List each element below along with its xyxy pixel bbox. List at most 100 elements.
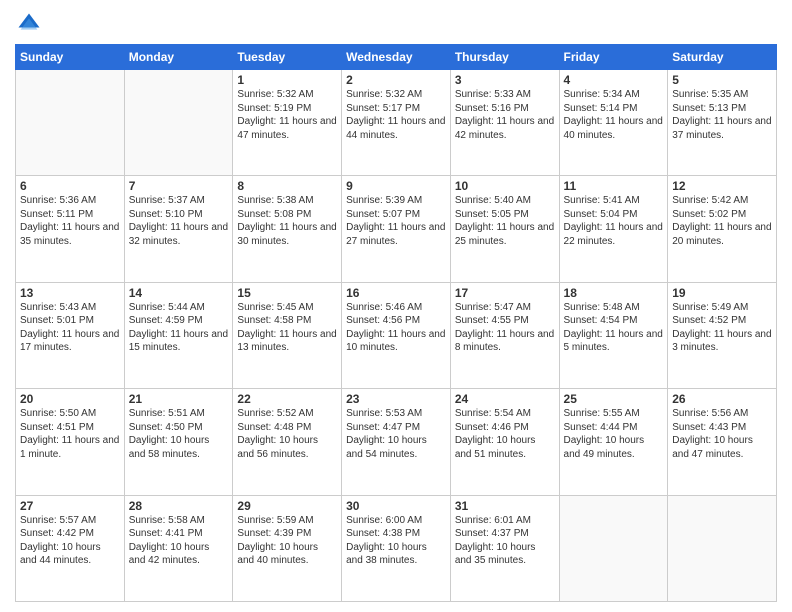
day-number: 26 <box>672 392 772 406</box>
calendar-cell: 4Sunrise: 5:34 AMSunset: 5:14 PMDaylight… <box>559 70 668 176</box>
weekday-header-thursday: Thursday <box>450 45 559 70</box>
day-info: Sunrise: 5:53 AMSunset: 4:47 PMDaylight:… <box>346 407 446 461</box>
day-number: 25 <box>564 392 664 406</box>
calendar-cell: 17Sunrise: 5:47 AMSunset: 4:55 PMDayligh… <box>450 282 559 388</box>
day-number: 18 <box>564 286 664 300</box>
day-number: 2 <box>346 73 446 87</box>
week-row-3: 13Sunrise: 5:43 AMSunset: 5:01 PMDayligh… <box>16 282 777 388</box>
day-info: Sunrise: 6:01 AMSunset: 4:37 PMDaylight:… <box>455 514 555 568</box>
day-number: 20 <box>20 392 120 406</box>
calendar-cell: 10Sunrise: 5:40 AMSunset: 5:05 PMDayligh… <box>450 176 559 282</box>
calendar-cell: 22Sunrise: 5:52 AMSunset: 4:48 PMDayligh… <box>233 389 342 495</box>
calendar-cell: 28Sunrise: 5:58 AMSunset: 4:41 PMDayligh… <box>124 495 233 601</box>
calendar-cell <box>124 70 233 176</box>
calendar-cell: 24Sunrise: 5:54 AMSunset: 4:46 PMDayligh… <box>450 389 559 495</box>
calendar-cell: 7Sunrise: 5:37 AMSunset: 5:10 PMDaylight… <box>124 176 233 282</box>
day-number: 6 <box>20 179 120 193</box>
day-info: Sunrise: 5:45 AMSunset: 4:58 PMDaylight:… <box>237 301 337 355</box>
day-info: Sunrise: 5:47 AMSunset: 4:55 PMDaylight:… <box>455 301 555 355</box>
calendar: SundayMondayTuesdayWednesdayThursdayFrid… <box>15 44 777 602</box>
calendar-cell: 26Sunrise: 5:56 AMSunset: 4:43 PMDayligh… <box>668 389 777 495</box>
day-number: 10 <box>455 179 555 193</box>
calendar-cell: 18Sunrise: 5:48 AMSunset: 4:54 PMDayligh… <box>559 282 668 388</box>
calendar-cell: 19Sunrise: 5:49 AMSunset: 4:52 PMDayligh… <box>668 282 777 388</box>
day-number: 30 <box>346 499 446 513</box>
day-info: Sunrise: 5:49 AMSunset: 4:52 PMDaylight:… <box>672 301 772 355</box>
logo-icon <box>15 10 43 38</box>
calendar-cell <box>16 70 125 176</box>
calendar-cell: 21Sunrise: 5:51 AMSunset: 4:50 PMDayligh… <box>124 389 233 495</box>
calendar-cell <box>559 495 668 601</box>
calendar-cell: 27Sunrise: 5:57 AMSunset: 4:42 PMDayligh… <box>16 495 125 601</box>
day-number: 19 <box>672 286 772 300</box>
day-number: 12 <box>672 179 772 193</box>
weekday-header-row: SundayMondayTuesdayWednesdayThursdayFrid… <box>16 45 777 70</box>
day-number: 22 <box>237 392 337 406</box>
calendar-cell: 1Sunrise: 5:32 AMSunset: 5:19 PMDaylight… <box>233 70 342 176</box>
calendar-cell: 12Sunrise: 5:42 AMSunset: 5:02 PMDayligh… <box>668 176 777 282</box>
day-info: Sunrise: 5:59 AMSunset: 4:39 PMDaylight:… <box>237 514 337 568</box>
calendar-cell: 9Sunrise: 5:39 AMSunset: 5:07 PMDaylight… <box>342 176 451 282</box>
week-row-5: 27Sunrise: 5:57 AMSunset: 4:42 PMDayligh… <box>16 495 777 601</box>
day-info: Sunrise: 5:51 AMSunset: 4:50 PMDaylight:… <box>129 407 229 461</box>
day-number: 29 <box>237 499 337 513</box>
day-number: 1 <box>237 73 337 87</box>
day-number: 17 <box>455 286 555 300</box>
weekday-header-wednesday: Wednesday <box>342 45 451 70</box>
day-info: Sunrise: 5:57 AMSunset: 4:42 PMDaylight:… <box>20 514 120 568</box>
day-info: Sunrise: 5:56 AMSunset: 4:43 PMDaylight:… <box>672 407 772 461</box>
day-number: 27 <box>20 499 120 513</box>
day-info: Sunrise: 5:43 AMSunset: 5:01 PMDaylight:… <box>20 301 120 355</box>
calendar-cell: 25Sunrise: 5:55 AMSunset: 4:44 PMDayligh… <box>559 389 668 495</box>
calendar-cell: 8Sunrise: 5:38 AMSunset: 5:08 PMDaylight… <box>233 176 342 282</box>
weekday-header-saturday: Saturday <box>668 45 777 70</box>
day-info: Sunrise: 5:35 AMSunset: 5:13 PMDaylight:… <box>672 88 772 142</box>
day-number: 11 <box>564 179 664 193</box>
calendar-cell: 2Sunrise: 5:32 AMSunset: 5:17 PMDaylight… <box>342 70 451 176</box>
day-info: Sunrise: 5:36 AMSunset: 5:11 PMDaylight:… <box>20 194 120 248</box>
weekday-header-tuesday: Tuesday <box>233 45 342 70</box>
day-number: 8 <box>237 179 337 193</box>
weekday-header-sunday: Sunday <box>16 45 125 70</box>
day-number: 24 <box>455 392 555 406</box>
calendar-cell: 30Sunrise: 6:00 AMSunset: 4:38 PMDayligh… <box>342 495 451 601</box>
day-info: Sunrise: 5:39 AMSunset: 5:07 PMDaylight:… <box>346 194 446 248</box>
header <box>15 10 777 38</box>
day-number: 15 <box>237 286 337 300</box>
day-info: Sunrise: 5:54 AMSunset: 4:46 PMDaylight:… <box>455 407 555 461</box>
day-info: Sunrise: 5:52 AMSunset: 4:48 PMDaylight:… <box>237 407 337 461</box>
page: SundayMondayTuesdayWednesdayThursdayFrid… <box>0 0 792 612</box>
calendar-cell: 11Sunrise: 5:41 AMSunset: 5:04 PMDayligh… <box>559 176 668 282</box>
calendar-cell: 6Sunrise: 5:36 AMSunset: 5:11 PMDaylight… <box>16 176 125 282</box>
calendar-cell: 29Sunrise: 5:59 AMSunset: 4:39 PMDayligh… <box>233 495 342 601</box>
day-number: 23 <box>346 392 446 406</box>
day-info: Sunrise: 5:32 AMSunset: 5:19 PMDaylight:… <box>237 88 337 142</box>
day-info: Sunrise: 5:46 AMSunset: 4:56 PMDaylight:… <box>346 301 446 355</box>
day-info: Sunrise: 6:00 AMSunset: 4:38 PMDaylight:… <box>346 514 446 568</box>
week-row-1: 1Sunrise: 5:32 AMSunset: 5:19 PMDaylight… <box>16 70 777 176</box>
day-number: 5 <box>672 73 772 87</box>
day-info: Sunrise: 5:58 AMSunset: 4:41 PMDaylight:… <box>129 514 229 568</box>
day-info: Sunrise: 5:42 AMSunset: 5:02 PMDaylight:… <box>672 194 772 248</box>
week-row-2: 6Sunrise: 5:36 AMSunset: 5:11 PMDaylight… <box>16 176 777 282</box>
day-number: 7 <box>129 179 229 193</box>
calendar-cell: 23Sunrise: 5:53 AMSunset: 4:47 PMDayligh… <box>342 389 451 495</box>
calendar-cell: 13Sunrise: 5:43 AMSunset: 5:01 PMDayligh… <box>16 282 125 388</box>
day-info: Sunrise: 5:34 AMSunset: 5:14 PMDaylight:… <box>564 88 664 142</box>
day-number: 21 <box>129 392 229 406</box>
week-row-4: 20Sunrise: 5:50 AMSunset: 4:51 PMDayligh… <box>16 389 777 495</box>
day-info: Sunrise: 5:32 AMSunset: 5:17 PMDaylight:… <box>346 88 446 142</box>
day-info: Sunrise: 5:44 AMSunset: 4:59 PMDaylight:… <box>129 301 229 355</box>
day-number: 13 <box>20 286 120 300</box>
day-number: 9 <box>346 179 446 193</box>
calendar-cell: 20Sunrise: 5:50 AMSunset: 4:51 PMDayligh… <box>16 389 125 495</box>
calendar-cell: 31Sunrise: 6:01 AMSunset: 4:37 PMDayligh… <box>450 495 559 601</box>
calendar-cell: 15Sunrise: 5:45 AMSunset: 4:58 PMDayligh… <box>233 282 342 388</box>
calendar-cell <box>668 495 777 601</box>
day-info: Sunrise: 5:33 AMSunset: 5:16 PMDaylight:… <box>455 88 555 142</box>
day-number: 14 <box>129 286 229 300</box>
day-number: 31 <box>455 499 555 513</box>
day-info: Sunrise: 5:41 AMSunset: 5:04 PMDaylight:… <box>564 194 664 248</box>
calendar-cell: 16Sunrise: 5:46 AMSunset: 4:56 PMDayligh… <box>342 282 451 388</box>
day-info: Sunrise: 5:38 AMSunset: 5:08 PMDaylight:… <box>237 194 337 248</box>
